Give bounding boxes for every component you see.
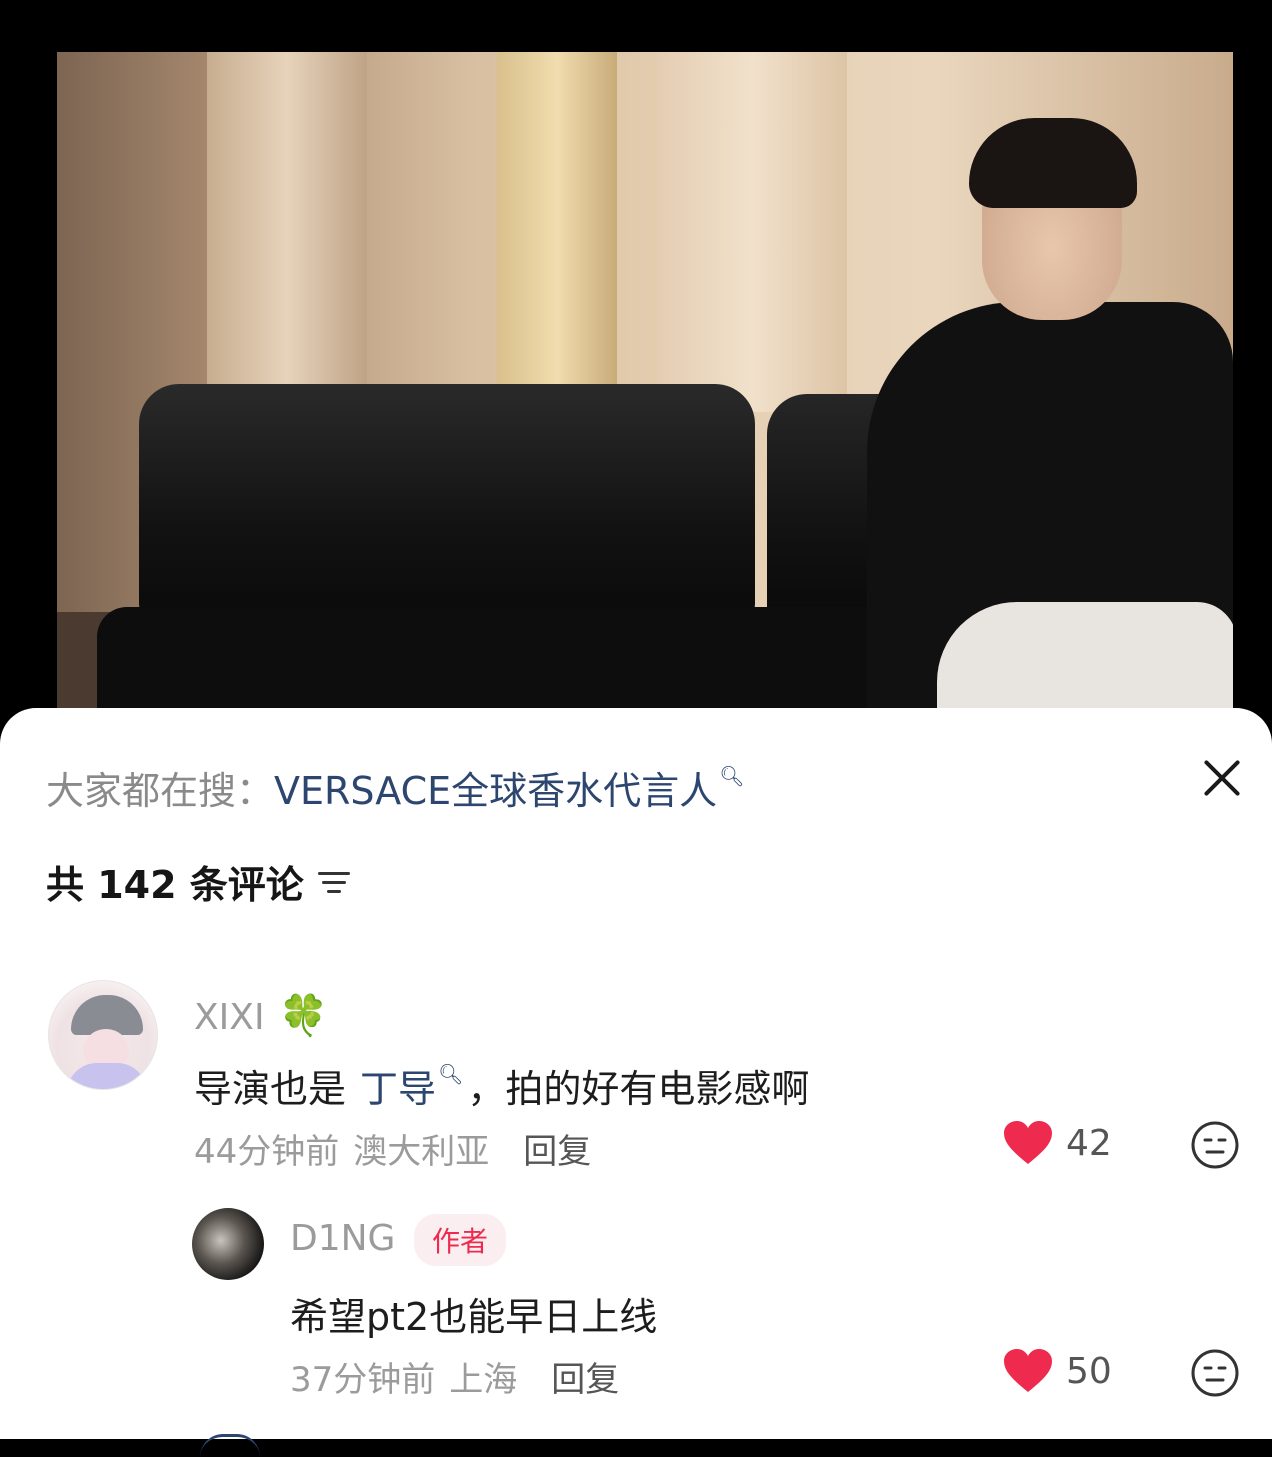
comments-count-header: 共 142 条评论 <box>46 854 350 909</box>
dislike-face-icon[interactable] <box>1190 1348 1240 1398</box>
comment-location: 澳大利亚 <box>353 1132 490 1172</box>
reply-button[interactable]: 回复 <box>551 1352 619 1401</box>
heart-icon <box>1004 1121 1052 1164</box>
comment-text-part: ，拍的好有电影感啊 <box>467 1067 810 1111</box>
comments-count: 共 142 条评论 <box>46 863 304 907</box>
like-count: 50 <box>1066 1350 1112 1392</box>
like-button[interactable]: 42 <box>1002 1120 1112 1166</box>
close-button[interactable] <box>1196 752 1248 804</box>
comment-text[interactable]: 希望pt2也能早日上线 <box>290 1286 657 1341</box>
comment-username[interactable]: D1NG <box>290 1218 395 1259</box>
reply-button[interactable]: 回复 <box>523 1124 591 1173</box>
comment-time: 37分钟前 <box>290 1360 436 1400</box>
avatar[interactable] <box>192 1208 264 1280</box>
avatar[interactable] <box>200 1434 260 1457</box>
background-pillar <box>207 52 367 412</box>
comment-meta: 37分钟前 上海 回复 <box>290 1352 619 1401</box>
background-pillar <box>497 52 617 412</box>
sofa-cushion <box>139 384 755 624</box>
search-icon: 🔍︎ <box>719 763 745 788</box>
avatar[interactable] <box>48 980 158 1090</box>
suggested-search[interactable]: 大家都在搜： VERSACE全球香水代言人 🔍︎ <box>46 760 745 815</box>
avatar-shirt <box>67 1063 147 1089</box>
comment-location: 上海 <box>449 1360 518 1400</box>
author-badge: 作者 <box>414 1214 507 1266</box>
search-icon: 🔍︎ <box>438 1061 464 1086</box>
person-hair <box>969 118 1137 208</box>
sort-filter-icon[interactable] <box>317 869 350 895</box>
comment-sheet: 大家都在搜： VERSACE全球香水代言人 🔍︎ 共 142 条评论 XIXI 🍀… <box>0 708 1272 1439</box>
dislike-face-icon[interactable] <box>1190 1120 1240 1170</box>
comment-text-part: 导演也是 <box>194 1067 347 1111</box>
like-count: 42 <box>1066 1122 1112 1164</box>
clover-badge-icon: 🍀 <box>278 993 329 1039</box>
mention-link[interactable]: 丁导 <box>360 1058 436 1113</box>
heart-icon <box>1004 1349 1052 1392</box>
comment-time: 44分钟前 <box>194 1132 340 1172</box>
video-frame[interactable] <box>57 52 1233 732</box>
background-pillar <box>657 52 847 412</box>
username-text[interactable]: XIXI <box>194 997 265 1038</box>
like-button[interactable]: 50 <box>1002 1348 1112 1394</box>
comment-username[interactable]: XIXI 🍀 <box>194 992 328 1039</box>
search-prefix: 大家都在搜： <box>46 769 275 813</box>
comment-text[interactable]: 导演也是 丁导 🔍︎ ，拍的好有电影感啊 <box>194 1058 809 1113</box>
search-keyword[interactable]: VERSACE全球香水代言人 <box>274 760 717 815</box>
comment-meta: 44分钟前 澳大利亚 回复 <box>194 1124 591 1173</box>
